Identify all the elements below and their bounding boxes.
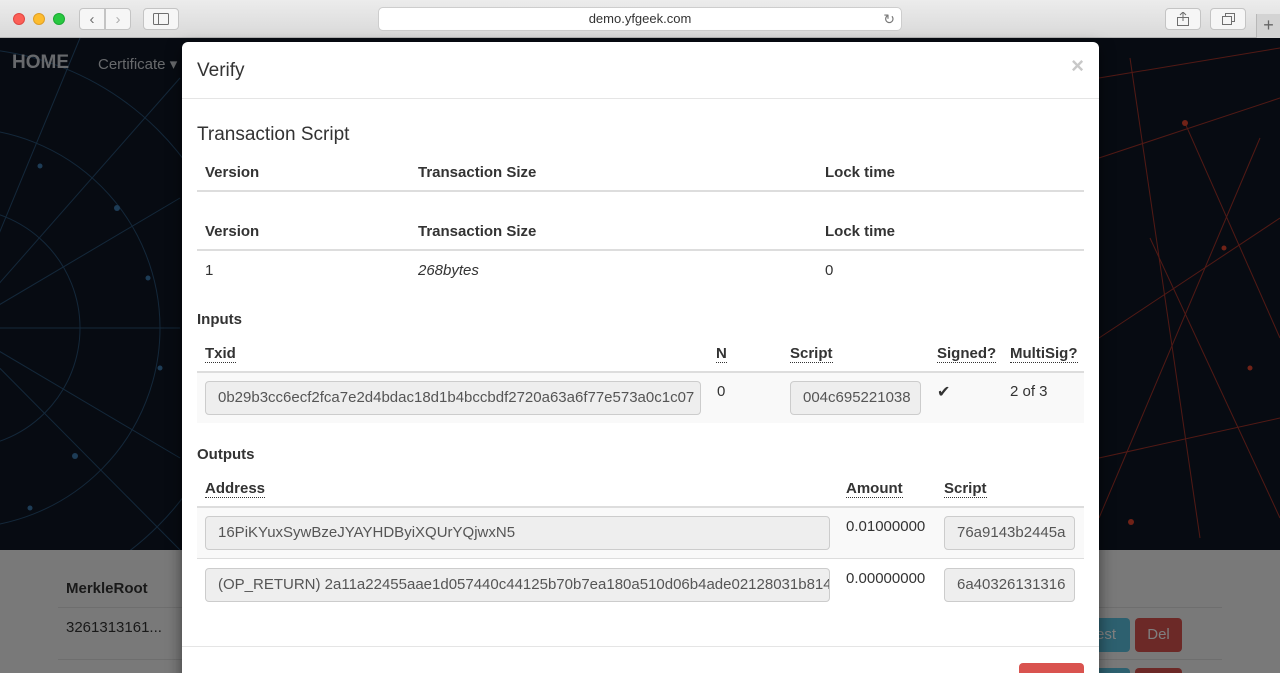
transaction-size-value: 268bytes: [418, 262, 479, 279]
modal-footer: [182, 646, 1099, 647]
table-divider: [197, 249, 1084, 251]
column-header-script: Script: [790, 345, 833, 363]
modal-header: Verify ×: [182, 42, 1099, 99]
column-header-lock-time: Lock time: [825, 223, 896, 240]
tabs-icon: [1221, 13, 1235, 25]
column-header-lock-time: Lock time: [825, 164, 896, 181]
minimize-window-button[interactable]: [33, 13, 45, 25]
new-tab-icon[interactable]: +: [1256, 14, 1280, 38]
txid-field[interactable]: 0b29b3cc6ecf2fca7e2d4bdac18d1b4bccbdf272…: [205, 381, 701, 415]
lock-time-value: 0: [825, 262, 834, 279]
n-value: 0: [717, 383, 726, 400]
address-field[interactable]: (OP_RETURN) 2a11a22455aae1d057440c44125b…: [205, 568, 830, 602]
input-script-field[interactable]: 004c695221038: [790, 381, 921, 415]
amount-value: 0.01000000: [846, 518, 926, 535]
chevron-left-icon: ‹: [89, 10, 95, 28]
output-script-field[interactable]: 76a9143b2445a: [944, 516, 1075, 550]
column-header-address: Address: [205, 480, 266, 498]
sidebar-toggle-button[interactable]: [143, 8, 179, 30]
column-header-n: N: [716, 345, 727, 363]
browser-toolbar: ‹ › demo.yfgeek.com ↻ +: [0, 0, 1280, 38]
checkmark-icon: ✔: [937, 384, 951, 401]
share-button[interactable]: [1165, 8, 1201, 30]
close-icon[interactable]: ×: [1071, 55, 1084, 77]
back-button[interactable]: ‹: [79, 8, 105, 30]
chevron-right-icon: ›: [115, 10, 121, 28]
address-field[interactable]: 16PiKYuxSywBzeJYAYHDByiXQUrYQjwxN5: [205, 516, 830, 550]
modal-title: Verify: [197, 60, 245, 81]
column-header-signed: Signed?: [937, 345, 997, 363]
column-header-amount: Amount: [846, 480, 903, 498]
share-icon: [1177, 12, 1189, 26]
column-header-transaction-size: Transaction Size: [418, 164, 537, 181]
transaction-script-title: Transaction Script: [197, 124, 350, 145]
table-divider: [197, 190, 1084, 192]
inputs-title: Inputs: [197, 311, 242, 328]
multisig-value: 2 of 3: [1010, 383, 1048, 400]
output-script-field[interactable]: 6a40326131316: [944, 568, 1075, 602]
column-header-transaction-size: Transaction Size: [418, 223, 537, 240]
close-window-button[interactable]: [13, 13, 25, 25]
version-value: 1: [205, 262, 214, 279]
forward-button[interactable]: ›: [105, 8, 131, 30]
column-header-version: Version: [205, 164, 260, 181]
column-header-multisig: MultiSig?: [1010, 345, 1078, 363]
outputs-title: Outputs: [197, 446, 255, 463]
zoom-window-button[interactable]: [53, 13, 65, 25]
column-header-txid: Txid: [205, 345, 236, 363]
column-header-script: Script: [944, 480, 987, 498]
footer-action-button[interactable]: [1019, 663, 1084, 673]
sidebar-icon: [153, 13, 169, 25]
table-divider: [197, 558, 1084, 559]
amount-value: 0.00000000: [846, 570, 926, 587]
reload-icon[interactable]: ↻: [883, 8, 895, 30]
verify-modal: Verify × Transaction Script Version Tran…: [182, 42, 1099, 673]
tabs-overview-button[interactable]: [1210, 8, 1246, 30]
url-text: demo.yfgeek.com: [588, 11, 692, 26]
column-header-version: Version: [205, 223, 260, 240]
address-bar[interactable]: demo.yfgeek.com ↻: [378, 7, 902, 31]
